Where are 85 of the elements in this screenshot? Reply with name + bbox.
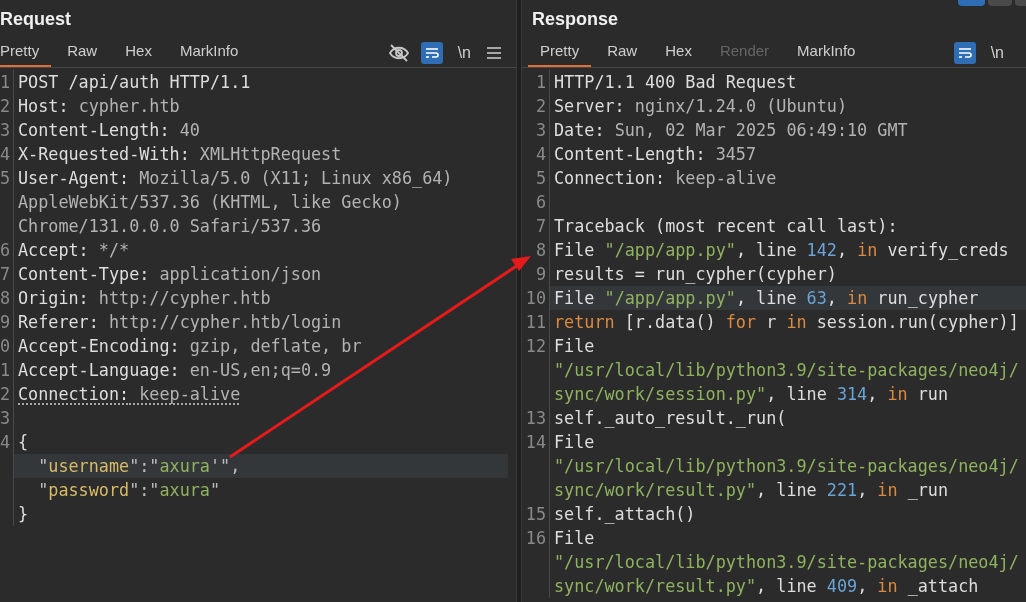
line-number: 5	[535, 168, 546, 188]
code-line: Content-Length: 40	[17, 119, 201, 142]
line-number: 9	[535, 264, 546, 284]
newline-toggle[interactable]: \n	[986, 40, 1008, 65]
line-number: 8	[0, 288, 11, 308]
code-line: return [r.data() for r in session.run(cypher)]	[553, 311, 1020, 334]
line-number: 7	[0, 264, 11, 284]
view-tab[interactable]: MarkInfo	[785, 38, 868, 67]
code-line: Traceback (most recent call last):	[553, 215, 899, 238]
hide-icon[interactable]	[387, 41, 410, 64]
line-number: 4	[0, 144, 11, 164]
line-number: 1	[535, 72, 546, 92]
code-line: AppleWebKit/537.36 (KHTML, like Gecko)	[17, 191, 403, 214]
panel-title: Response	[532, 7, 619, 31]
line-number: 9	[0, 312, 11, 332]
line-number: 3	[0, 408, 11, 428]
code-line: HTTP/1.1 400 Bad Request	[553, 71, 798, 94]
code-line: sync/work/session.py", line 314, in run	[553, 383, 950, 406]
code-line: File	[553, 335, 596, 358]
code-line: self._auto_result._run(	[553, 407, 788, 430]
line-number: 1	[0, 360, 11, 380]
line-number: 13	[525, 408, 546, 428]
view-tab[interactable]: MarkInfo	[167, 38, 251, 67]
line-number: 15	[525, 504, 546, 524]
line-number: 14	[525, 432, 546, 452]
code-line: X-Requested-With: XMLHttpRequest	[17, 143, 343, 166]
code-line: Content-Length: 3457	[553, 143, 758, 166]
wrap-lines-button[interactable]	[953, 41, 976, 64]
code-line: {	[17, 431, 30, 454]
view-tab[interactable]: Hex	[113, 38, 164, 67]
code-line: File	[553, 527, 596, 550]
line-number: 3	[535, 120, 546, 140]
code-line: "/usr/local/lib/python3.9/site-packages/neo4j/	[553, 359, 1020, 382]
code-line: Referer: http://cypher.htb/login	[17, 311, 343, 334]
view-tab[interactable]: Pretty	[528, 38, 592, 67]
line-number: 2	[0, 384, 11, 404]
code-line: User-Agent: Mozilla/5.0 (X11; Linux x86_64)	[17, 167, 454, 190]
line-number: 7	[535, 216, 546, 236]
code-line: }	[17, 503, 30, 526]
newline-toggle[interactable]: \n	[453, 40, 475, 65]
view-tab[interactable]: Raw	[55, 38, 110, 67]
code-line: sync/work/result.py", line 409, in _attach	[553, 575, 980, 598]
code-line: Connection: keep-alive	[553, 167, 778, 190]
line-number: 4	[535, 144, 546, 164]
view-tab[interactable]: Raw	[595, 38, 650, 67]
code-line: Server: nginx/1.24.0 (Ubuntu)	[553, 95, 848, 118]
code-line: File "/app/app.py", line 142, in verify_creds	[553, 239, 1010, 262]
code-line: "/usr/local/lib/python3.9/site-packages/neo4j/	[553, 455, 1020, 478]
code-line: Connection: keep-alive	[17, 383, 242, 406]
code-line: Accept: */*	[17, 239, 131, 262]
line-number: 2	[535, 96, 546, 116]
line-number: 5	[0, 168, 11, 188]
code-line: Date: Sun, 02 Mar 2025 06:49:10 GMT	[553, 119, 909, 142]
code-line: Accept-Language: en-US,en;q=0.9	[17, 359, 333, 382]
line-number: 6	[535, 192, 546, 212]
code-line: "/usr/local/lib/python3.9/site-packages/neo4j/	[553, 551, 1020, 574]
line-number: 12	[525, 336, 546, 356]
code-line: Accept-Encoding: gzip, deflate, br	[17, 335, 363, 358]
code-line: Host: cypher.htb	[17, 95, 181, 118]
code-line: sync/work/result.py", line 221, in _run	[553, 479, 950, 502]
wrap-icon	[424, 46, 439, 59]
panel-title: Request	[0, 7, 71, 31]
line-number: 8	[535, 240, 546, 260]
line-number: 16	[525, 528, 546, 548]
code-line: File	[553, 431, 596, 454]
code-line: results = run_cypher(cypher)	[553, 263, 838, 286]
line-number: 6	[0, 240, 11, 260]
line-number: 3	[0, 120, 11, 140]
line-number: 2	[0, 96, 11, 116]
menu-icon[interactable]	[486, 45, 502, 60]
wrap-icon	[957, 46, 972, 59]
line-number: 11	[525, 312, 546, 332]
view-tab[interactable]: Pretty	[0, 38, 52, 67]
line-number: 4	[0, 432, 11, 452]
code-line: Content-Type: application/json	[17, 263, 323, 286]
code-line: Chrome/131.0.0.0 Safari/537.36	[17, 215, 323, 238]
code-line: Origin: http://cypher.htb	[17, 287, 272, 310]
line-number: 0	[0, 336, 11, 356]
line-number: 1	[0, 72, 11, 92]
wrap-lines-button[interactable]	[420, 41, 443, 64]
code-line: self._attach()	[553, 503, 697, 526]
code-line: POST /api/auth HTTP/1.1	[17, 71, 252, 94]
line-number: 10	[525, 288, 546, 308]
view-tab[interactable]: Hex	[653, 38, 704, 67]
code-line: "password":"axura"	[37, 479, 222, 502]
